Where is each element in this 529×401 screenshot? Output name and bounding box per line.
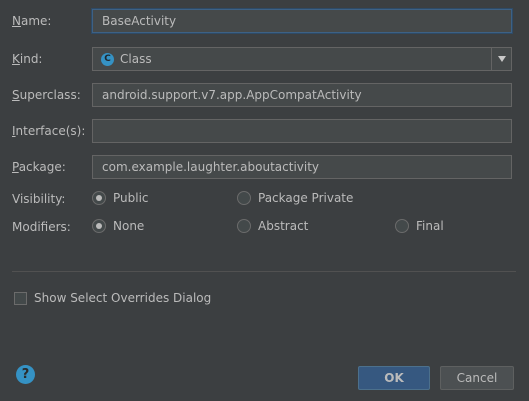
superclass-input[interactable]: android.support.v7.app.AppCompatActivity (92, 83, 512, 107)
interfaces-input[interactable] (92, 119, 512, 143)
visibility-package-private-radio[interactable]: Package Private (237, 191, 353, 205)
modifiers-abstract-radio[interactable]: Abstract (237, 219, 308, 233)
cancel-button[interactable]: Cancel (440, 366, 514, 390)
kind-value: Class (120, 52, 152, 66)
modifiers-none-radio[interactable]: None (92, 219, 144, 233)
visibility-public-radio[interactable]: Public (92, 191, 149, 205)
interfaces-label: Interface(s): (12, 124, 86, 138)
package-label: Package: (12, 160, 66, 174)
modifiers-label: Modifiers: (12, 220, 71, 234)
show-overrides-checkbox[interactable]: Show Select Overrides Dialog (14, 291, 211, 305)
kind-label: Kind: (12, 52, 43, 66)
kind-select[interactable]: C Class (92, 47, 512, 71)
radio-dot (92, 219, 106, 233)
package-input[interactable]: com.example.laughter.aboutactivity (92, 155, 512, 179)
name-input[interactable]: BaseActivity (92, 9, 512, 33)
superclass-label: Superclass: (12, 88, 81, 102)
chevron-down-icon (497, 56, 506, 62)
help-icon[interactable]: ? (16, 365, 35, 384)
name-label: Name: (12, 14, 52, 28)
radio-dot (92, 191, 106, 205)
modifiers-final-radio[interactable]: Final (395, 219, 444, 233)
radio-dot (395, 219, 409, 233)
class-icon: C (101, 52, 114, 66)
radio-dot (237, 219, 251, 233)
ok-button[interactable]: OK (358, 366, 430, 390)
visibility-label: Visibility: (12, 192, 66, 206)
separator (12, 271, 516, 272)
radio-dot (237, 191, 251, 205)
kind-dropdown-button[interactable] (491, 48, 511, 70)
checkbox-box (14, 291, 27, 305)
